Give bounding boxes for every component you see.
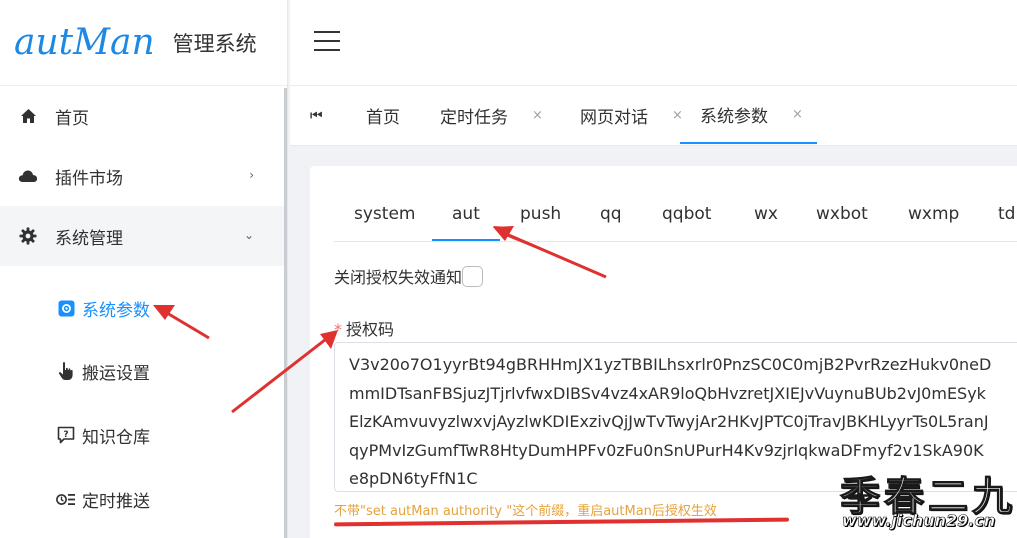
system-title: 管理系统 (172, 31, 257, 56)
tab-label: 定时任务 (440, 107, 508, 128)
auth-hint-text: 不带"set autMan authority "这个前缀，重启autMan后授… (334, 504, 717, 519)
sidebar-subitem-knowledge-base[interactable]: ? 知识仓库 (0, 405, 286, 465)
sidebar-subitem-label: 定时推送 (82, 491, 150, 512)
tab-wxmp[interactable]: wxmp (908, 204, 959, 224)
auth-code-line: ElzKAmvuvyzlwxvjAyzlwKDIExzivQjJwTvTwyjA… (349, 412, 989, 431)
skip-back-icon[interactable]: ⏮ (310, 108, 323, 124)
auth-code-label: * 授权码 (334, 316, 394, 340)
tab-qqbot[interactable]: qqbot (662, 204, 711, 224)
auth-code-line: mmIDTsanFBSjuzJTjrlvfwxDIBSv4vz4xAR9loQb… (349, 383, 986, 403)
close-icon[interactable]: × (792, 107, 803, 122)
sidebar-item-label: 插件市场 (55, 168, 123, 189)
svg-text:?: ? (63, 430, 68, 440)
sidebar-subitem-label: 搬运设置 (82, 363, 150, 384)
tab-push[interactable]: push (520, 204, 561, 224)
sidebar-item-system-management[interactable]: 系统管理 ⌄ (0, 206, 286, 266)
sidebar-scrollbar[interactable] (284, 88, 287, 538)
auth-code-line: qyPMvIzGumfTwR8HtyDumHPFv0zFu0nSnUPurH4K… (349, 440, 984, 460)
auth-code-line: V3v20o7O1yyrBt94gBRHHmJX1yzTBBILhsxrlr0P… (349, 355, 992, 374)
required-mark: * (334, 320, 342, 339)
active-tab-indicator (432, 239, 500, 241)
tab-web-chat[interactable]: 网页对话 × (580, 86, 683, 144)
cloud-icon (18, 166, 38, 186)
notify-toggle-row: 关闭授权失效通知 (334, 264, 484, 288)
watermark-url: www.jichun29.cn (842, 511, 996, 531)
close-icon[interactable]: × (532, 108, 543, 123)
tab-system-params[interactable]: 系统参数 × (680, 86, 817, 144)
brand-logo: autMan (14, 22, 155, 63)
notify-label: 关闭授权失效通知 (334, 268, 463, 287)
hand-pointer-icon (56, 361, 76, 381)
top-header (290, 0, 1017, 86)
tab-bar: ⏮ 首页 定时任务 × 网页对话 × 系统参数 × (290, 86, 1017, 146)
logo[interactable]: autMan 管理系统 (0, 0, 287, 86)
menu-toggle-icon[interactable] (314, 31, 340, 51)
gear-icon (18, 226, 38, 246)
question-chat-icon: ? (56, 425, 76, 445)
tab-qq[interactable]: qq (600, 204, 622, 224)
notify-checkbox[interactable] (462, 265, 484, 287)
sidebar-subitem-system-params[interactable]: 系统参数 (0, 278, 286, 338)
tab-label: 首页 (366, 107, 400, 128)
sidebar-item-label: 系统管理 (55, 228, 123, 249)
sidebar-item-home[interactable]: 首页 (0, 86, 286, 146)
tab-aut[interactable]: aut (452, 204, 480, 224)
sidebar-subitem-scheduled-push[interactable]: 定时推送 (0, 469, 286, 529)
sidebar-subitem-label: 系统参数 (82, 300, 150, 321)
chevron-down-icon: ⌄ (243, 228, 254, 242)
sidebar-subitem-transfer-settings[interactable]: 搬运设置 (0, 341, 286, 401)
chevron-right-icon: › (249, 168, 254, 182)
settings-tabs: system aut push qq qqbot wx wxbot wxmp t… (334, 196, 1017, 242)
auth-code-label-text: 授权码 (346, 320, 395, 339)
tab-td[interactable]: td (998, 204, 1015, 224)
sidebar-item-label: 首页 (55, 108, 89, 129)
tab-scheduled-tasks[interactable]: 定时任务 × (440, 86, 543, 144)
settings-square-icon (56, 298, 76, 318)
watermark: 季春二九 www.jichun29.cn (820, 462, 1017, 538)
tab-label: 系统参数 (700, 106, 768, 127)
sidebar-item-plugin-market[interactable]: 插件市场 › (0, 146, 286, 206)
sidebar-subitem-label: 知识仓库 (82, 427, 150, 448)
tab-home[interactable]: 首页 (366, 86, 400, 144)
home-icon (18, 106, 38, 126)
sidebar: autMan 管理系统 首页 插件市场 › 系统管理 ⌄ 系统参数 搬运设置 ?… (0, 0, 288, 538)
timer-list-icon (56, 489, 76, 509)
tab-label: 网页对话 (580, 107, 648, 128)
tab-wxbot[interactable]: wxbot (816, 204, 868, 224)
tab-wx[interactable]: wx (754, 204, 778, 224)
tab-system[interactable]: system (354, 204, 415, 224)
